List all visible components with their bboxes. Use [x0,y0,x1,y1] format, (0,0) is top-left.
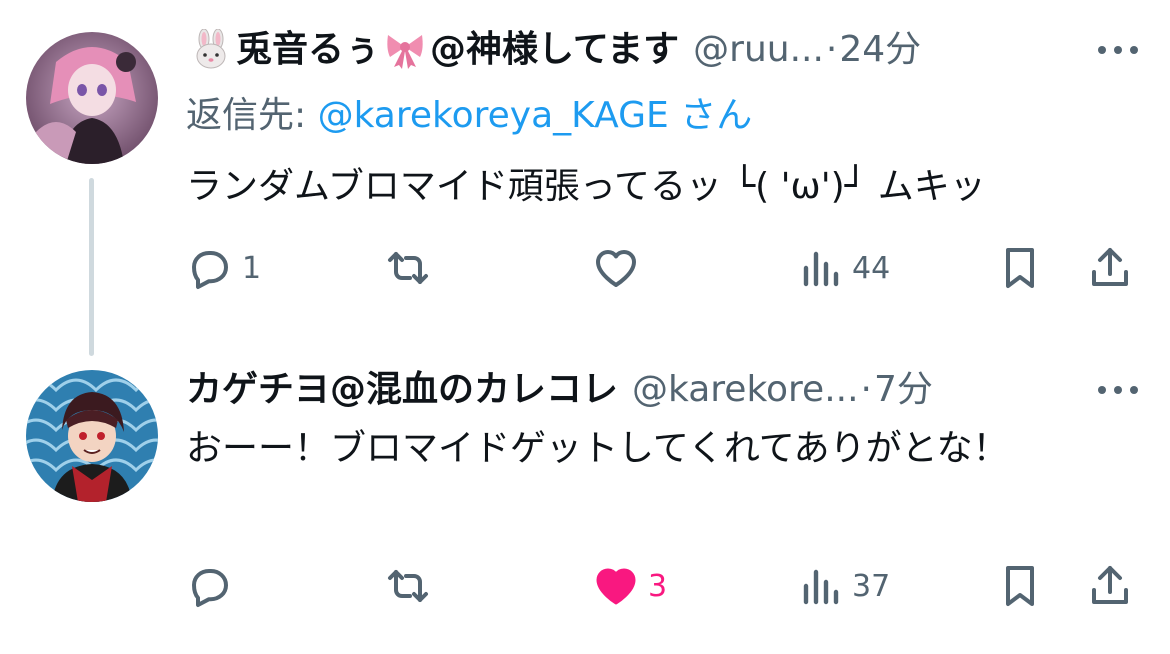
views-chart-icon [803,569,839,605]
separator-dot: · [825,29,838,70]
more-options-button[interactable] [1098,32,1138,68]
bookmark-icon [1006,248,1034,288]
reply-count: 1 [242,250,262,286]
more-options-button[interactable] [1098,372,1138,408]
retweet-button[interactable] [384,556,440,616]
like-count: 3 [648,568,668,604]
handle[interactable]: @karekore... [632,366,859,414]
ribbon-icon [384,29,426,71]
reply-suffix: さん [668,95,753,136]
heart-filled-icon [596,568,636,605]
display-name[interactable]: 兎音るぅ @神様してます [186,26,679,74]
view-count: 37 [852,568,891,604]
separator-dot: · [860,369,872,410]
handle[interactable]: @ruu... [693,26,824,74]
bookmark-button[interactable] [996,556,1044,616]
avatar[interactable] [26,32,158,164]
tweet-actions: 3 37 [186,556,1146,616]
bookmark-icon [1006,566,1034,606]
retweet-button[interactable] [384,238,440,298]
like-button[interactable]: 3 [592,556,667,616]
share-icon [1092,566,1128,604]
reply-icon [192,569,228,607]
timestamp[interactable]: 24分 [839,26,921,74]
view-count: 44 [852,250,891,286]
views-chart-icon [803,251,839,287]
share-button[interactable] [1086,556,1134,616]
retweet-icon [388,252,428,284]
display-name[interactable]: カゲチヨ@混血のカレコレ [186,366,618,414]
views-button[interactable]: 44 [796,238,890,298]
tweet-header: 兎音るぅ @神様してます @ruu... · 24分 [186,26,1150,74]
heart-icon [596,250,636,287]
tweet-text: おーー！ブロマイドゲットしてくれてありがとな！ [186,428,1009,469]
timestamp[interactable]: 7分 [874,366,933,414]
display-name-text: 兎音るぅ [236,29,381,70]
share-button[interactable] [1086,238,1134,298]
reply-mention-link[interactable]: @karekoreya_KAGE [318,95,669,136]
tweet-text: ランダムブロマイド頑張ってるッ └( 'ω')┘ ムキッ [186,166,986,207]
share-icon [1092,248,1128,286]
thread-line [89,178,94,356]
reply-button[interactable] [186,556,242,616]
reply-button[interactable]: 1 [186,238,261,298]
tweet[interactable]: カゲチヨ@混血のカレコレ @karekore... · 7分 おーー！ブロマイド… [0,340,1170,654]
tweet-actions: 1 44 [186,238,1146,298]
retweet-icon [388,570,428,602]
like-button[interactable] [592,238,648,298]
avatar[interactable] [26,370,158,502]
reply-label: 返信先: [186,95,318,136]
reply-icon [192,251,228,289]
display-name-suffix: @神様してます [430,29,680,70]
views-button[interactable]: 37 [796,556,890,616]
rabbit-face-icon [190,28,232,71]
reply-to: 返信先: @karekoreya_KAGE さん [186,92,752,140]
tweet[interactable]: 兎音るぅ @神様してます @ruu... · 24分 返信先: @karekor… [0,0,1170,356]
tweet-header: カゲチヨ@混血のカレコレ @karekore... · 7分 [186,366,1150,414]
bookmark-button[interactable] [996,238,1044,298]
